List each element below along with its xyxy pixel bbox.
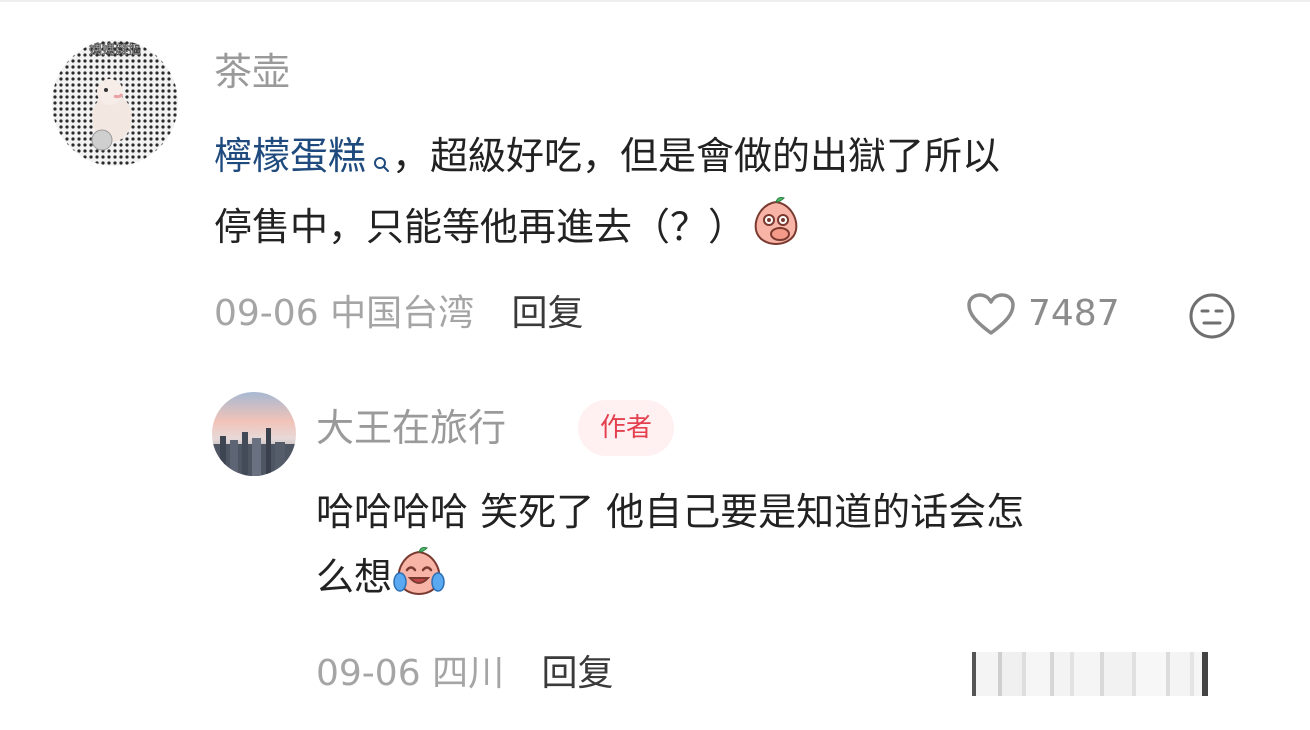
author-badge: 作者	[578, 400, 675, 456]
reply-text: 哈哈哈哈 笑死了 他自己要是知道的话会怎 么想	[316, 480, 1276, 615]
comment-line-1: 檸檬蛋糕 ，超級好吃，但是會做的出獄了所以	[214, 124, 1254, 194]
comment-line-1-text: ，超級好吃，但是會做的出獄了所以	[392, 134, 1001, 178]
heart-outline-icon[interactable]	[966, 292, 1016, 336]
commenter-avatar[interactable]: 媽媽雜摳	[52, 40, 178, 166]
reply-author-username[interactable]: 大王在旅行	[316, 406, 506, 450]
reply-line-2-text: 么想	[316, 555, 393, 599]
comment-meta: 09-06 中国台湾 回复	[214, 292, 584, 336]
reply-author-avatar[interactable]	[212, 392, 296, 476]
like-button[interactable]: 7487	[966, 292, 1120, 336]
like-count: 7487	[1028, 293, 1120, 334]
reply-reply-button[interactable]: 回复	[542, 653, 614, 694]
comment-text: 檸檬蛋糕 ，超級好吃，但是會做的出獄了所以 停售中，只能等他再進去（？）	[214, 124, 1254, 265]
commenter-username[interactable]: 茶壶	[214, 50, 290, 94]
comment-line-2-text: 停售中，只能等他再進去（？）	[214, 205, 747, 249]
comment-date: 09-06	[214, 293, 319, 334]
search-link-text[interactable]: 檸檬蛋糕	[214, 134, 366, 178]
search-icon[interactable]	[372, 130, 392, 194]
avatar-watermark: 媽媽雜摳	[89, 43, 141, 58]
comment-location: 中国台湾	[330, 293, 475, 334]
reply-actions-loading	[972, 652, 1208, 696]
reply-location: 四川	[432, 653, 505, 694]
top-divider	[0, 0, 1310, 2]
comment-line-2: 停售中，只能等他再進去（？）	[214, 194, 1254, 265]
reply-line-1: 哈哈哈哈 笑死了 他自己要是知道的话会怎	[316, 490, 1025, 534]
covering-mouth-peach-emoji	[750, 194, 802, 265]
neutral-face-icon[interactable]	[1188, 292, 1236, 340]
comment-reply-button[interactable]: 回复	[512, 293, 584, 334]
search-link[interactable]: 檸檬蛋糕	[214, 134, 392, 178]
crying-laughing-peach-emoji	[392, 544, 446, 615]
reply-line-2: 么想	[316, 544, 1276, 615]
reply-date: 09-06	[316, 653, 421, 694]
dislike-button[interactable]	[1188, 292, 1236, 344]
reply-meta: 09-06 四川 回复	[316, 652, 614, 696]
